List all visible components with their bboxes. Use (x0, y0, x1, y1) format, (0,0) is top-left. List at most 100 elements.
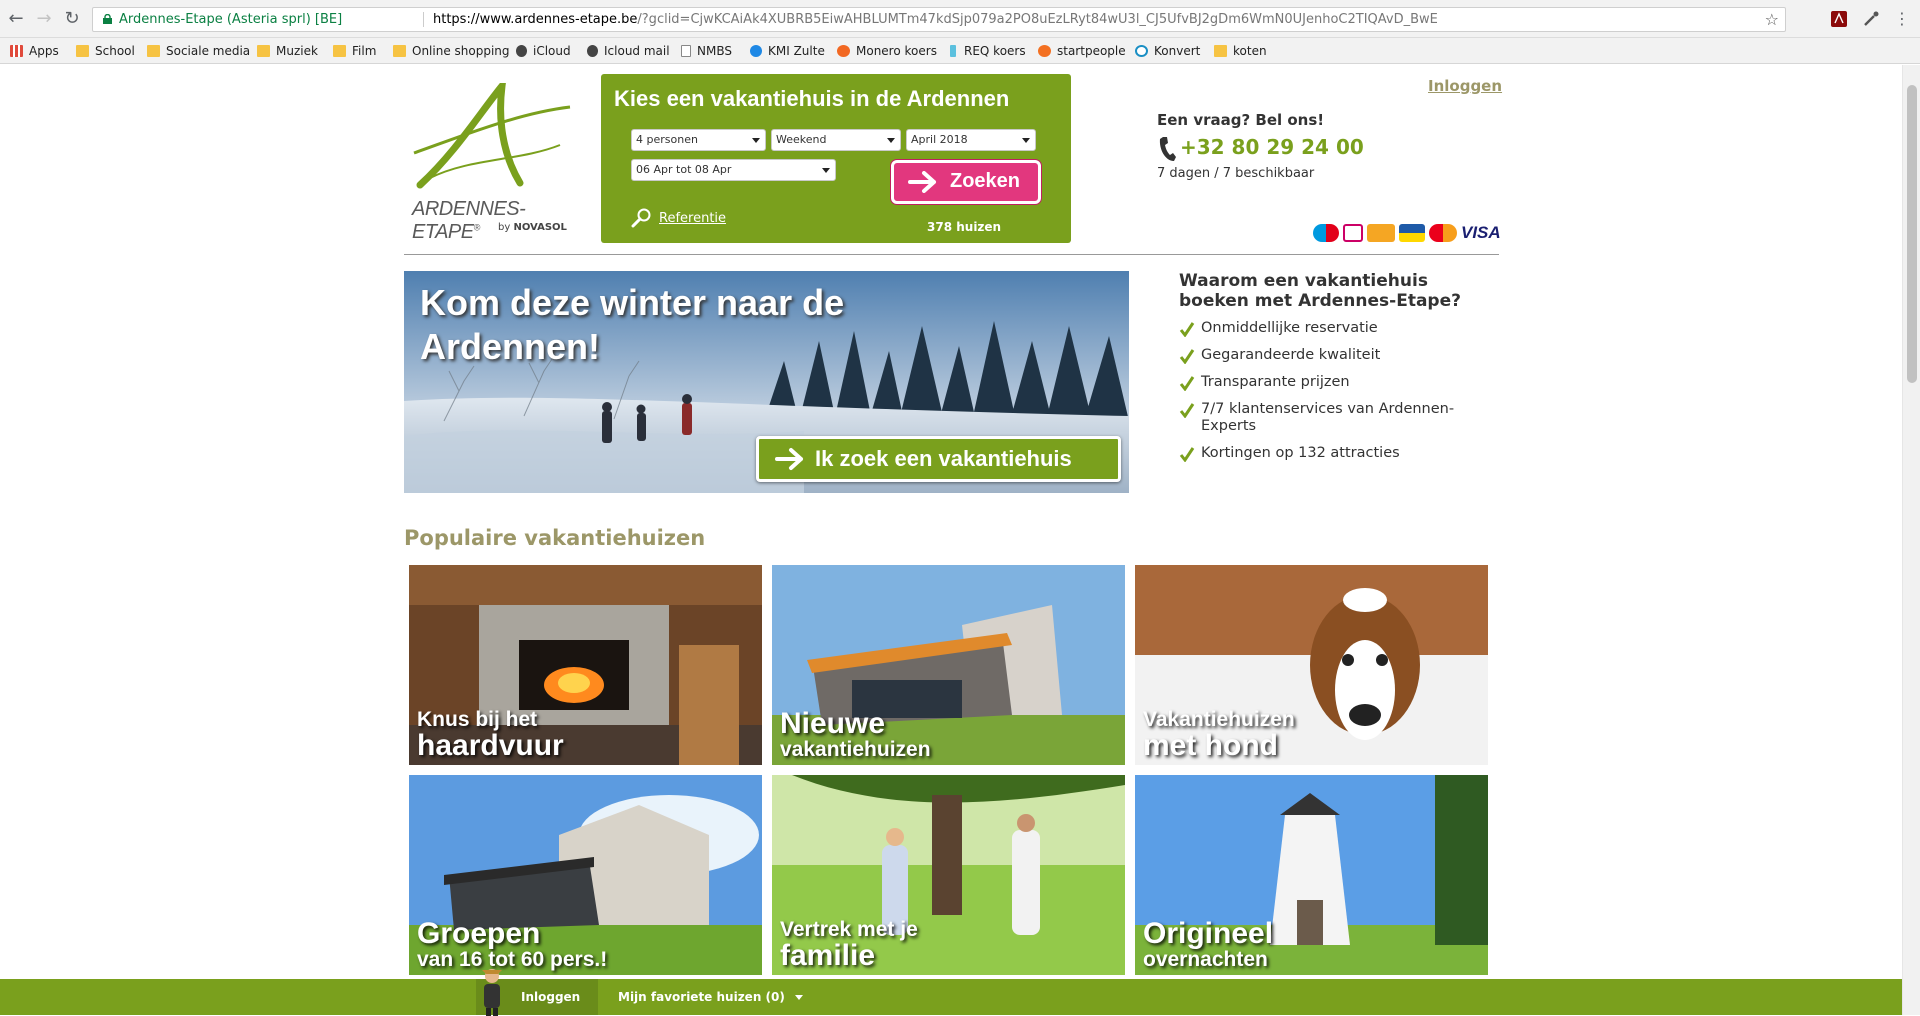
tile-caption: Origineel overnachten (1143, 917, 1274, 971)
why-item: Transparante prijzen (1179, 374, 1499, 391)
checkmark-icon (1179, 403, 1195, 418)
bookmark-req-koers[interactable]: REQ koers (950, 43, 1026, 59)
hero-title: Kom deze winter naar de Ardennen! (420, 282, 845, 367)
checkmark-icon (1179, 376, 1195, 391)
tile-with-dog[interactable]: Vakantiehuizen met hond (1135, 565, 1488, 765)
bookmark-konvert[interactable]: Konvert (1135, 43, 1200, 59)
reference-link[interactable]: Referentie (659, 211, 726, 226)
chevron-down-icon (822, 168, 830, 173)
tile-groups[interactable]: Groepen van 16 tot 60 pers.! (409, 775, 762, 975)
apps-grid-icon (10, 45, 23, 57)
konvert-icon (1135, 45, 1148, 57)
pdf-extension-icon[interactable] (1830, 10, 1848, 28)
month-select[interactable]: April 2018 (906, 129, 1036, 151)
forward-icon[interactable]: → (34, 9, 54, 29)
lock-icon (103, 14, 112, 24)
reload-icon[interactable]: ↻ (62, 9, 82, 29)
bookmark-kmi-zulte[interactable]: KMI Zulte (750, 43, 825, 59)
bookmark-film[interactable]: Film (333, 43, 376, 59)
popular-title: Populaire vakantiehuizen (404, 526, 706, 550)
bancontact-icon (1399, 224, 1425, 242)
bookmark-school[interactable]: School (76, 43, 135, 59)
logo-byline: by NOVASOL (498, 222, 567, 233)
chevron-down-icon (752, 138, 760, 143)
sticky-bottom-bar: Inloggen Mijn favoriete huizen (0) (0, 969, 1902, 1016)
arrow-right-icon (775, 448, 803, 470)
tile-caption: Vakantiehuizen met hond (1143, 708, 1295, 762)
folder-icon (1214, 45, 1227, 57)
browser-toolbar: ← → ↻ Ardennes-Etape (Asteria sprl) [BE]… (0, 0, 1920, 38)
sofort-icon (1367, 224, 1395, 242)
login-link[interactable]: Inloggen (1428, 77, 1502, 95)
checkmark-icon (1179, 349, 1195, 364)
tile-original-stay[interactable]: Origineel overnachten (1135, 775, 1488, 975)
favorites-dropdown[interactable]: Mijn favoriete huizen (0) (618, 990, 803, 1004)
checkmark-icon (1179, 447, 1195, 462)
magnifier-icon (631, 208, 651, 228)
search-panel: Kies een vakantiehuis in de Ardennen 4 p… (601, 74, 1071, 243)
tile-caption: Vertrek met je familie (780, 918, 918, 972)
bookmark-icloud[interactable]: iCloud (516, 43, 571, 59)
tile-caption: Groepen van 16 tot 60 pers.! (417, 917, 608, 971)
checkmark-icon (1179, 322, 1195, 337)
tile-caption: Knus bij het haardvuur (417, 708, 564, 762)
why-title: Waarom een vakantiehuis boeken met Arden… (1179, 271, 1461, 311)
search-button[interactable]: Zoeken (891, 160, 1041, 204)
bookmark-online-shopping[interactable]: Online shopping (393, 43, 510, 59)
why-list: Onmiddellijke reservatie Gegarandeerde k… (1179, 320, 1499, 472)
mastercard-icon (1429, 224, 1457, 242)
phone-number[interactable]: +32 80 29 24 00 (1180, 135, 1364, 159)
availability-text: 7 dagen / 7 beschikbaar (1157, 166, 1315, 181)
mascot-icon (482, 969, 502, 1016)
url-text[interactable]: https://www.ardennes-etape.be/?gclid=Cjw… (433, 8, 1438, 31)
back-icon[interactable]: ← (6, 9, 26, 29)
tile-fireplace[interactable]: Knus bij het haardvuur (409, 565, 762, 765)
menu-icon[interactable]: ⋮ (1892, 9, 1912, 29)
bookmark-apps[interactable]: Apps (10, 43, 59, 59)
bookmark-nmbs[interactable]: NMBS (681, 43, 732, 59)
chevron-down-icon (887, 138, 895, 143)
logo-emblem-icon (413, 74, 571, 189)
find-holiday-home-button[interactable]: Ik zoek een vakantiehuis (756, 436, 1121, 482)
bookmark-star-icon[interactable]: ☆ (1765, 8, 1779, 31)
page-scrollbar[interactable] (1902, 65, 1920, 1015)
why-item: Gegarandeerde kwaliteit (1179, 347, 1499, 364)
persons-select[interactable]: 4 personen (631, 129, 766, 151)
hero-banner[interactable]: Kom deze winter naar de Ardennen! Ik zoe… (404, 271, 1129, 493)
omnibox-separator (423, 12, 424, 27)
bookmarks-bar: Apps School Sociale media Muziek Film On… (0, 38, 1920, 64)
kmi-icon (750, 45, 762, 57)
tile-new-houses[interactable]: Nieuwe vakantiehuizen (772, 565, 1125, 765)
header-divider (404, 254, 1499, 255)
web-page: ARDENNES-ETAPE® by NOVASOL Kies een vaka… (0, 65, 1902, 1015)
contact-question: Een vraag? Bel ons! (1157, 111, 1325, 129)
bookmark-startpeople[interactable]: startpeople (1038, 43, 1126, 59)
arrow-right-icon (908, 171, 936, 193)
page-icon (681, 45, 691, 57)
bookmark-monero-koers[interactable]: Monero koers (837, 43, 937, 59)
site-logo[interactable]: ARDENNES-ETAPE® by NOVASOL (410, 74, 590, 243)
folder-icon (393, 45, 406, 57)
period-select[interactable]: 06 Apr tot 08 Apr (631, 159, 836, 181)
tile-family[interactable]: Vertrek met je familie (772, 775, 1125, 975)
logo-wordmark: ARDENNES-ETAPE® (412, 198, 526, 243)
bookmark-sociale-media[interactable]: Sociale media (147, 43, 250, 59)
bookmark-koten[interactable]: koten (1214, 43, 1267, 59)
bookmark-icloud-mail[interactable]: Icloud mail (587, 43, 670, 59)
address-bar[interactable]: Ardennes-Etape (Asteria sprl) [BE] https… (92, 7, 1786, 32)
monero-icon (837, 45, 850, 57)
visa-icon: VISA (1461, 224, 1503, 242)
duration-select[interactable]: Weekend (771, 129, 901, 151)
site-identity[interactable]: Ardennes-Etape (Asteria sprl) [BE] (119, 8, 342, 31)
maestro-icon (1313, 224, 1339, 242)
scrollbar-thumb[interactable] (1907, 85, 1917, 383)
eyedropper-extension-icon[interactable] (1862, 10, 1880, 28)
phone-icon (1159, 137, 1176, 161)
apple-icon (516, 45, 527, 57)
folder-icon (76, 45, 89, 57)
result-count: 378 huizen (927, 220, 1002, 234)
bookmark-muziek[interactable]: Muziek (257, 43, 318, 59)
apple-icon (587, 45, 598, 57)
tile-caption: Nieuwe vakantiehuizen (780, 707, 931, 761)
why-item: Onmiddellijke reservatie (1179, 320, 1499, 337)
